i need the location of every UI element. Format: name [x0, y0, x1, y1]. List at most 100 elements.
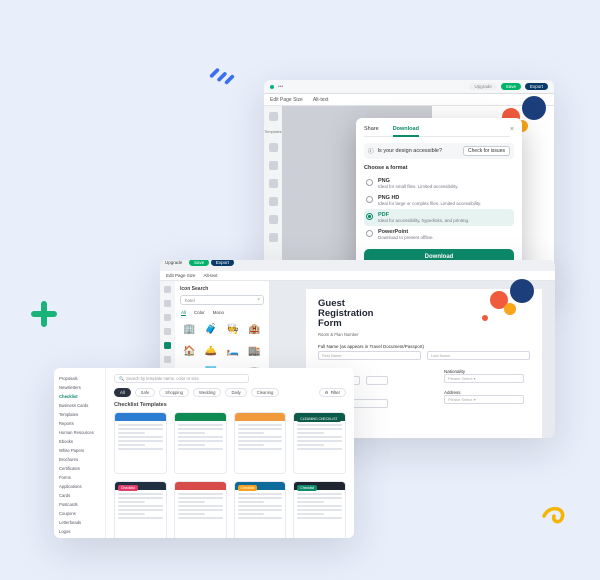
icon-result[interactable]: 🏨 — [245, 320, 264, 339]
category-item[interactable]: Templates — [59, 410, 100, 419]
search-value: hotel — [185, 298, 195, 303]
category-item[interactable]: Letterheads — [59, 518, 100, 527]
close-icon[interactable]: × — [510, 126, 514, 133]
filter-chip[interactable]: Cleaning — [251, 388, 280, 397]
category-item[interactable]: Newsletters — [59, 383, 100, 392]
rail-elements-icon[interactable] — [269, 143, 278, 152]
address-select[interactable]: Please Select ▾ — [444, 395, 524, 404]
category-item[interactable]: Certificates — [59, 464, 100, 473]
filter-chip[interactable]: All — [114, 388, 131, 397]
category-item[interactable]: Labels — [59, 536, 100, 538]
template-card[interactable] — [114, 412, 167, 474]
tab-download[interactable]: Download — [393, 126, 419, 137]
decoration-squiggle — [208, 60, 236, 86]
rail-icons-icon[interactable] — [164, 342, 171, 349]
alt-text-button[interactable]: Alt-text — [313, 97, 329, 103]
radio-icon — [366, 196, 373, 203]
filter-chip[interactable]: Safe — [135, 388, 156, 397]
templates-main: 🔍 Search by template name, color or size… — [106, 368, 354, 538]
category-item[interactable]: Human Resources — [59, 428, 100, 437]
rail-charts-icon[interactable] — [269, 215, 278, 224]
rail-templates-icon[interactable] — [164, 286, 171, 293]
rail-maps-icon[interactable] — [269, 233, 278, 242]
tab-share[interactable]: Share — [364, 126, 379, 132]
category-item[interactable]: Brochures — [59, 455, 100, 464]
filter-chip-row: All SafeShopping Wedding Daily Cleaning ⚙Fil… — [114, 388, 346, 397]
radio-icon — [366, 230, 373, 237]
choose-format-label: Choose a format — [364, 165, 514, 171]
category-item[interactable]: Logos — [59, 527, 100, 536]
template-card[interactable] — [234, 412, 287, 474]
category-item[interactable]: Postcards — [59, 500, 100, 509]
category-item[interactable]: White Papers — [59, 446, 100, 455]
nationality-select[interactable]: Please Select ▾ — [444, 374, 524, 383]
first-name-input[interactable]: First Name — [318, 351, 421, 360]
format-option-powerpoint[interactable]: PowerPoint Download to present offline. — [364, 226, 514, 243]
template-card[interactable] — [174, 481, 227, 538]
alt-text-button[interactable]: Alt-text — [204, 273, 218, 278]
filter-chip[interactable]: Wedding — [193, 388, 221, 397]
format-option-png-hd[interactable]: PNG HD Ideal for large or complex files.… — [364, 192, 514, 209]
last-name-input[interactable]: Last Name — [427, 351, 530, 360]
card-tag: Checklist — [118, 485, 138, 491]
format-option-png[interactable]: PNG Ideal for small files. Limited acces… — [364, 175, 514, 192]
download-modal: × Share Download ⓘ Is your design access… — [356, 118, 522, 273]
rail-templates-icon[interactable] — [269, 112, 278, 121]
category-item[interactable]: Checklist — [59, 392, 100, 401]
rail-text-icon[interactable] — [164, 314, 171, 321]
icon-result[interactable]: 🏬 — [245, 342, 264, 361]
rail-icons-icon[interactable] — [269, 197, 278, 206]
icon-result[interactable]: 🏠 — [180, 342, 199, 361]
filter-button[interactable]: ⚙Filter — [319, 388, 346, 397]
upgrade-pill[interactable]: Upgrade — [160, 260, 187, 266]
template-card[interactable] — [174, 412, 227, 474]
category-item[interactable]: Proposals — [59, 374, 100, 383]
icon-result[interactable]: 🧳 — [202, 320, 221, 339]
filter-chip[interactable]: Daily — [225, 388, 246, 397]
upgrade-pill[interactable]: Upgrade — [469, 83, 496, 90]
category-item[interactable]: Business Cards — [59, 401, 100, 410]
category-item[interactable]: Reports — [59, 419, 100, 428]
icon-result[interactable]: 🧑‍🍳 — [224, 320, 243, 339]
icon-result[interactable]: 🛏️ — [224, 342, 243, 361]
edit-page-size-button[interactable]: Edit Page Size — [166, 273, 196, 278]
export-button[interactable]: Export — [525, 83, 548, 90]
rail-images-icon[interactable] — [269, 179, 278, 188]
icon-result[interactable]: 🛎️ — [202, 342, 221, 361]
category-item[interactable]: Forms — [59, 473, 100, 482]
window-toolbar: Edit Page Size Alt-text — [160, 271, 555, 281]
rail-elements-icon[interactable] — [164, 300, 171, 307]
template-card[interactable]: Checklist — [293, 481, 346, 538]
modal-tabs: Share Download — [364, 126, 510, 137]
template-card[interactable]: CLEANING CHECKLIST — [293, 412, 346, 474]
filter-mono[interactable]: Mono — [213, 310, 224, 316]
format-option-pdf[interactable]: PDF Ideal for accessibility, hyperlinks,… — [364, 209, 514, 226]
rail-images-icon[interactable] — [164, 328, 171, 335]
edit-page-size-button[interactable]: Edit Page Size — [270, 97, 303, 103]
category-item[interactable]: Coupons — [59, 509, 100, 518]
category-item[interactable]: Ebooks — [59, 437, 100, 446]
category-item[interactable]: Applications — [59, 482, 100, 491]
filter-chip[interactable]: Shopping — [159, 388, 189, 397]
template-search-input[interactable]: 🔍 Search by template name, color or size — [114, 374, 249, 383]
icon-search-input[interactable]: hotel × — [180, 295, 264, 305]
rail-charts-icon[interactable] — [164, 356, 171, 363]
window-topbar: ••• Upgrade Save Export — [264, 80, 554, 94]
rail-text-icon[interactable] — [269, 161, 278, 170]
filter-all[interactable]: All — [181, 310, 186, 316]
clear-icon[interactable]: × — [257, 297, 260, 303]
panel-header: Icon Search — [180, 286, 264, 292]
accessibility-question: Is your design accessible? — [378, 148, 443, 154]
check-issues-button[interactable]: Check for issues — [463, 146, 510, 156]
dob-year-input[interactable] — [366, 376, 388, 385]
template-card[interactable]: Checklist — [114, 481, 167, 538]
category-sidebar: ProposalsNewslettersChecklistBusiness Ca… — [54, 368, 106, 538]
filter-color[interactable]: Color — [194, 310, 205, 316]
icon-result[interactable]: 🏢 — [180, 320, 199, 339]
save-button[interactable]: Save — [501, 83, 521, 90]
category-item[interactable]: Cards — [59, 491, 100, 500]
template-card[interactable]: Checklist — [234, 481, 287, 538]
window-toolbar: Edit Page Size Alt-text — [264, 94, 554, 106]
export-button[interactable]: Export — [211, 260, 234, 266]
save-button[interactable]: Save — [189, 260, 209, 266]
